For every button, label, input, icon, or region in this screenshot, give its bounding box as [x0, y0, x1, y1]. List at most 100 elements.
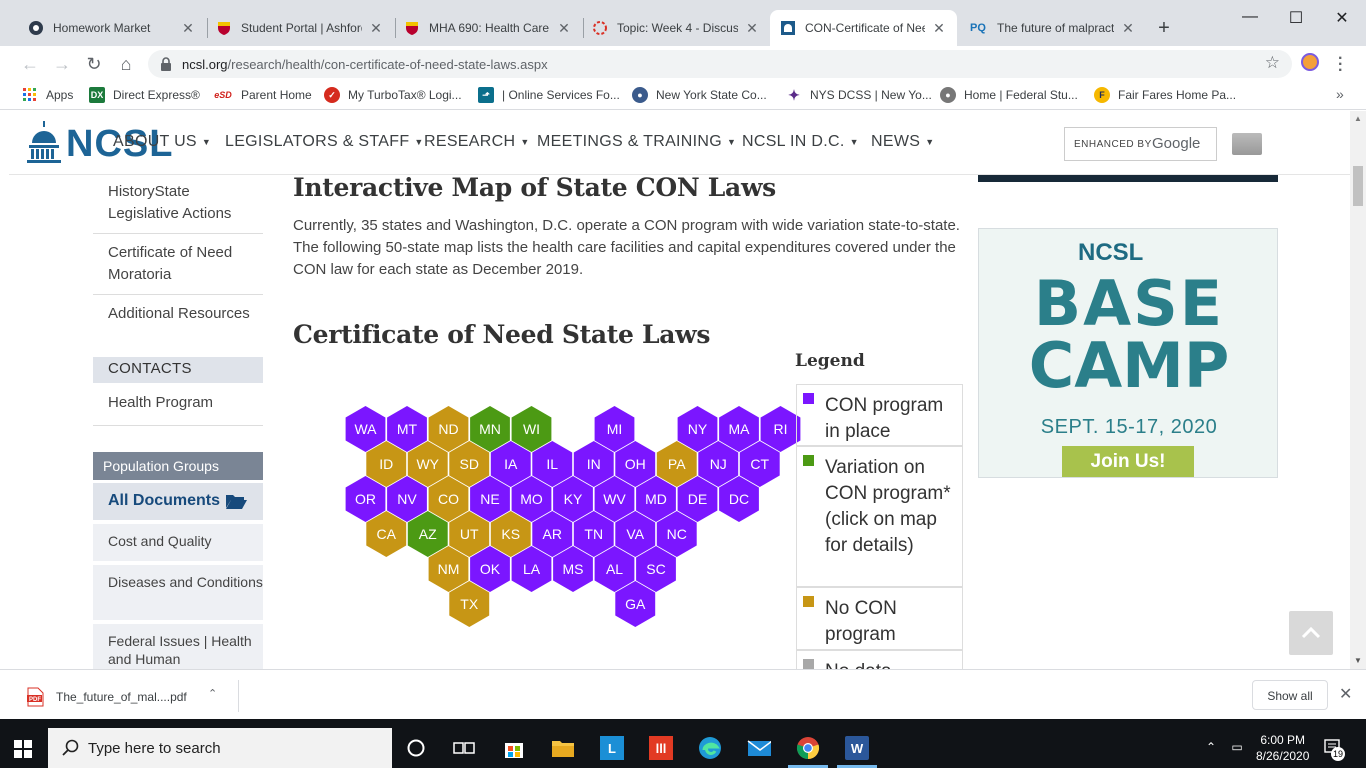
state-label: MS — [563, 561, 584, 577]
bookmark-nys-comptroller[interactable]: ● New York State Co... — [632, 87, 767, 103]
scroll-to-top-button[interactable] — [1289, 611, 1333, 655]
tab-mha-690[interactable]: MHA 690: Health Care ✕ — [394, 10, 582, 46]
close-download-bar-icon[interactable]: ✕ — [1339, 684, 1352, 704]
bookmark-online-services[interactable]: ⬏ | Online Services Fo... — [478, 87, 620, 103]
bookmark-fair-fares[interactable]: F Fair Fares Home Pa... — [1094, 87, 1236, 103]
maximize-window-icon[interactable]: ☐ — [1281, 8, 1311, 28]
chrome-icon[interactable] — [796, 736, 820, 760]
notifications-icon[interactable]: 19 — [1323, 738, 1345, 763]
nav-legislators-staff[interactable]: LEGISLATORS & STAFF ▼ — [225, 133, 424, 151]
chrome-menu-icon[interactable]: · · · — [1338, 51, 1343, 79]
state-label: IN — [587, 456, 601, 472]
close-tab-icon[interactable]: ✕ — [556, 20, 572, 37]
state-label: WI — [523, 421, 540, 437]
nav-news[interactable]: NEWS ▼ — [871, 133, 934, 151]
red-app-icon[interactable]: lll — [649, 736, 673, 760]
close-tab-icon[interactable]: ✕ — [180, 20, 196, 37]
turbotax-check-icon: ✓ — [324, 87, 340, 103]
show-all-downloads-button[interactable]: Show all — [1252, 680, 1328, 710]
nav-ncsl-dc[interactable]: NCSL IN D.C. ▼ — [742, 133, 859, 151]
scrollbar-thumb[interactable] — [1353, 166, 1363, 206]
lock-icon[interactable] — [160, 57, 172, 76]
home-icon[interactable]: ⌂ — [114, 52, 138, 76]
sidebar-item-label: Health Program — [108, 394, 214, 411]
cortana-icon[interactable] — [404, 736, 428, 760]
scroll-up-arrow-icon[interactable]: ▲ — [1354, 114, 1362, 123]
taskbar-search-box[interactable]: Type here to search — [48, 728, 392, 768]
search-button[interactable] — [1232, 133, 1262, 155]
taskbar-clock[interactable]: 6:00 PM 8/26/2020 — [1256, 732, 1309, 764]
ad-join-button[interactable]: Join Us! — [1062, 446, 1194, 477]
sidebar-item-label: Certificate of Need Moratoria — [108, 244, 233, 283]
system-tray[interactable]: ⌃ ▭ — [1206, 740, 1243, 754]
mail-icon[interactable] — [747, 736, 771, 760]
federal-student-seal-icon: ● — [940, 87, 956, 103]
contacts-header: CONTACTS — [93, 357, 263, 383]
close-window-icon[interactable]: ✕ — [1327, 8, 1357, 28]
close-tab-icon[interactable]: ✕ — [368, 20, 384, 37]
bookmarks-overflow-icon[interactable]: » — [1336, 86, 1344, 102]
direct-express-icon: DX — [89, 87, 105, 103]
nav-research[interactable]: RESEARCH ▼ — [424, 133, 530, 151]
page-scrollbar[interactable]: ▲ ▼ — [1350, 111, 1366, 669]
download-item[interactable]: PDF The_future_of_mal....pdf — [26, 687, 187, 707]
show-hidden-icons-icon[interactable]: ⌃ — [1206, 740, 1216, 754]
bookmark-parent-home[interactable]: eSD Parent Home — [213, 87, 311, 103]
bookmark-nys-dcss[interactable]: ✦ NYS DCSS | New Yo... — [786, 87, 932, 103]
extension-avatar-icon[interactable] — [1301, 53, 1319, 71]
site-search-input[interactable]: ENHANCED BY Google — [1064, 127, 1217, 161]
chevron-up-icon — [1301, 626, 1321, 639]
legend-swatch — [803, 659, 814, 669]
notification-count: 19 — [1331, 747, 1345, 761]
bookmark-turbotax[interactable]: ✓ My TurboTax® Logi... — [324, 87, 462, 103]
legend-label: CON program in place — [825, 395, 944, 442]
tab-title: The future of malpractic — [997, 21, 1114, 35]
scroll-down-arrow-icon[interactable]: ▼ — [1354, 656, 1362, 665]
bookmark-direct-express[interactable]: DX Direct Express® — [89, 87, 200, 103]
close-tab-icon[interactable]: ✕ — [931, 20, 947, 37]
sidebar-item-history-legislative[interactable]: HistoryState Legislative Actions — [93, 181, 263, 234]
bookmark-label: Direct Express® — [113, 88, 200, 102]
doc-item-diseases[interactable]: Diseases and Conditions — [93, 565, 263, 620]
reload-icon[interactable]: ↻ — [82, 52, 106, 76]
legend-swatch — [803, 393, 814, 404]
microsoft-store-icon[interactable] — [502, 736, 526, 760]
nav-about-us[interactable]: ABOUT US ▼ — [113, 133, 211, 151]
tab-topic-week4[interactable]: Topic: Week 4 - Discuss ✕ — [582, 10, 770, 46]
state-label: IL — [546, 456, 558, 472]
edge-browser-icon[interactable] — [698, 736, 722, 760]
file-explorer-icon[interactable] — [551, 736, 575, 760]
nav-meetings-training[interactable]: MEETINGS & TRAINING ▼ — [537, 133, 736, 151]
nav-label: MEETINGS & TRAINING — [537, 133, 722, 150]
word-icon[interactable]: W — [845, 736, 869, 760]
sidebar-item-additional-resources[interactable]: Additional Resources — [93, 303, 263, 353]
back-arrow-icon[interactable]: ← — [18, 52, 42, 76]
tab-future-malpractice[interactable]: PQ The future of malpractic ✕ — [958, 10, 1146, 46]
all-documents-button[interactable]: All Documents — [93, 483, 263, 520]
lync-app-icon[interactable]: L — [600, 736, 624, 760]
sidebar-item-con-moratoria[interactable]: Certificate of Need Moratoria — [93, 242, 263, 295]
base-camp-ad[interactable]: NCSL BASE CAMP SEPT. 15-17, 2020 Join Us… — [978, 228, 1278, 478]
close-tab-icon[interactable]: ✕ — [1120, 20, 1136, 37]
tab-student-portal[interactable]: Student Portal | Ashford ✕ — [206, 10, 394, 46]
site-header: NCSL ABOUT US ▼ LEGISLATORS & STAFF ▼ RESE… — [9, 111, 1350, 175]
doc-item-cost-quality[interactable]: Cost and Quality — [93, 524, 263, 561]
tab-title: Student Portal | Ashford — [241, 21, 362, 35]
forward-arrow-icon[interactable]: → — [50, 52, 74, 76]
download-options-caret-icon[interactable]: ⌃ — [208, 687, 217, 700]
population-groups-header[interactable]: Population Groups — [93, 452, 263, 480]
bookmark-star-icon[interactable]: ☆ — [1265, 53, 1280, 73]
new-tab-plus-icon[interactable]: + — [1153, 17, 1175, 40]
network-icon[interactable]: ▭ — [1231, 740, 1242, 754]
sidebar-item-health-program[interactable]: Health Program — [93, 392, 263, 426]
tab-con-certificate[interactable]: CON-Certificate of Nee ✕ — [770, 10, 957, 46]
doc-item-federal-issues[interactable]: Federal Issues | Health and Human — [93, 624, 263, 669]
bookmark-federal-student[interactable]: ● Home | Federal Stu... — [940, 87, 1078, 103]
tab-homework-market[interactable]: Homework Market ✕ — [18, 10, 206, 46]
windows-start-icon[interactable] — [14, 740, 32, 763]
close-tab-icon[interactable]: ✕ — [744, 20, 760, 37]
address-bar[interactable]: ncsl.org/research/health/con-certificate… — [148, 50, 1292, 78]
task-view-icon[interactable] — [452, 736, 476, 760]
minimize-window-icon[interactable]: — — [1235, 8, 1265, 26]
bookmark-apps[interactable]: Apps — [22, 87, 73, 103]
